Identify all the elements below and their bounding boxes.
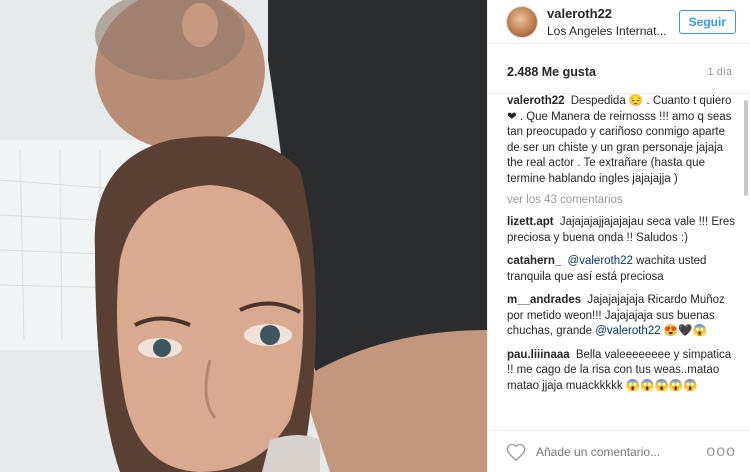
comment-mention[interactable]: @valeroth22 [595, 325, 660, 337]
header-text: valeroth22 Los Angeles Internat... [547, 6, 679, 38]
post-age[interactable]: 1 día [708, 66, 732, 78]
caption: valeroth22 Despedida 😔 . Cuanto t quiero… [507, 94, 738, 187]
comment-item: m__andrades Jajajajajaja Ricardo Muñoz p… [507, 293, 738, 340]
comment-item: catahern_ @valeroth22 wachita usted tran… [507, 254, 738, 285]
caption-username[interactable]: valeroth22 [507, 95, 565, 107]
more-options-icon[interactable]: ooo [706, 443, 736, 461]
comment-input[interactable] [536, 444, 707, 459]
follow-button[interactable]: Seguir [678, 9, 736, 34]
comment-mention[interactable]: @valeroth22 [568, 255, 633, 267]
comment-username[interactable]: pau.liiinaaa [507, 349, 570, 361]
location-link[interactable]: Los Angeles Internat... [547, 24, 672, 38]
comment-username[interactable]: catahern_ [507, 255, 561, 267]
comments-list[interactable]: valeroth22 Despedida 😔 . Cuanto t quiero… [488, 94, 750, 430]
comment-item: lizett.apt Jajajajajjajajajau seca vale … [507, 215, 738, 246]
view-all-comments-link[interactable]: ver los 43 comentarios [507, 194, 738, 206]
comment-username[interactable]: lizett.apt [507, 216, 554, 228]
comment-item: pau.liiinaaa Bella valeeeeeeee y simpati… [507, 348, 738, 395]
caption-text: Despedida 😔 . Cuanto t quiero ❤ . Que Ma… [507, 95, 732, 185]
post-header: valeroth22 Los Angeles Internat... Segui… [488, 0, 750, 44]
avatar[interactable] [506, 5, 538, 38]
post-side-panel: valeroth22 Los Angeles Internat... Segui… [487, 0, 750, 472]
post-photo[interactable] [0, 0, 487, 472]
username-link[interactable]: valeroth22 [547, 6, 679, 21]
post-stats: 2.488 Me gusta 1 día [488, 50, 750, 94]
comments-scrollbar[interactable] [744, 100, 748, 196]
heart-icon[interactable] [506, 443, 526, 461]
likes-count[interactable]: 2.488 Me gusta [507, 65, 596, 79]
comment-footer: ooo [488, 430, 750, 472]
comment-username[interactable]: m__andrades [507, 294, 581, 306]
comment-text-end: 😍🖤😱 [660, 325, 707, 337]
